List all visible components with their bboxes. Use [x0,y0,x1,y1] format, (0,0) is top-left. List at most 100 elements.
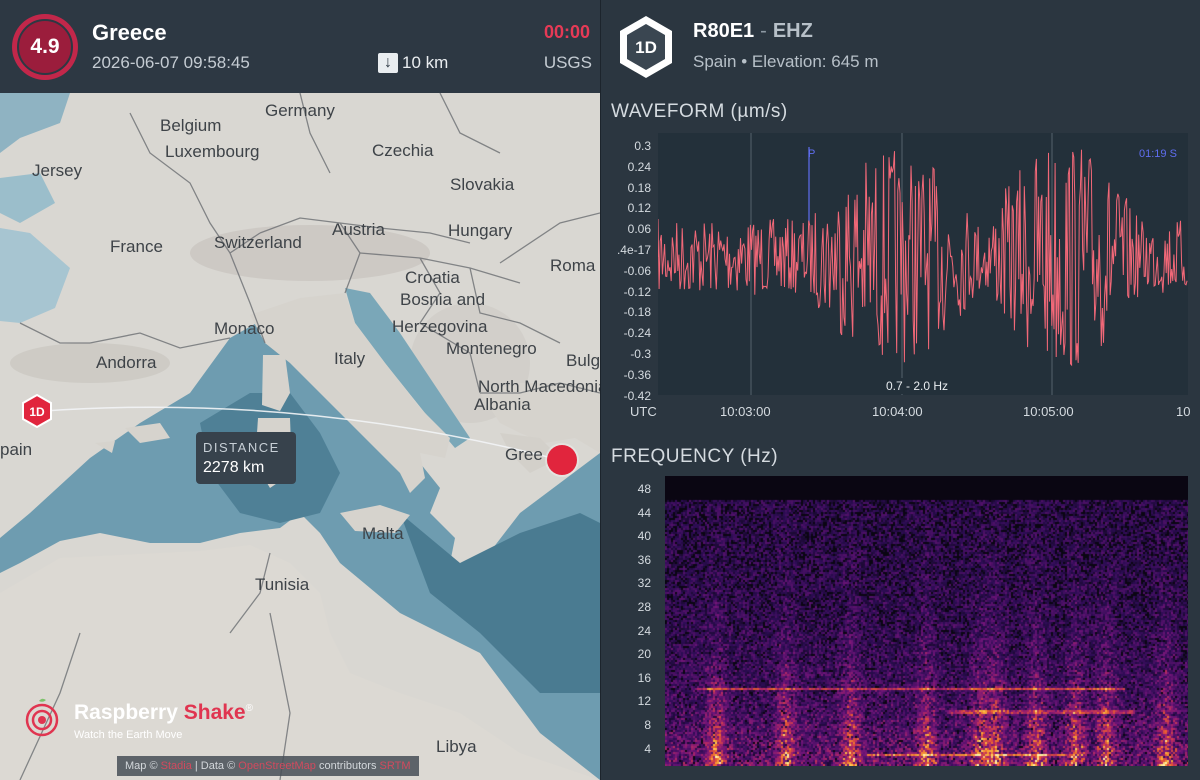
map-view[interactable]: Germany Belgium Luxembourg Czechia Jerse… [0,93,600,780]
waveform-y-tick: -0.18 [623,305,651,320]
map-label-herzegovina: Herzegovina [392,317,488,336]
brand-name-part1: Raspberry [74,701,178,724]
attribution-mid: | Data © [194,760,236,772]
station-map-marker[interactable]: 1D [20,394,54,428]
frequency-y-tick: 4 [644,741,651,756]
map-label-hungary: Hungary [448,221,513,240]
waveform-x-tick: 10:03:00 [720,404,771,419]
map-attribution: Map © Stadia | Data © OpenStreetMap cont… [117,756,419,776]
brand-logo: Raspberry Shake® Watch the Earth Move [22,697,253,742]
map-label-italy: Italy [334,349,366,368]
waveform-title: WAVEFORM (µm/s) [611,101,788,122]
spectrogram-plot[interactable] [665,476,1188,766]
waveform-x-tick: 10:04:00 [872,404,923,419]
frequency-y-tick: 44 [637,505,651,520]
map-label-bulgaria: Bulg [566,351,600,370]
waveform-y-tick: -0.36 [623,367,651,382]
raspberry-shake-logo-icon [25,698,59,737]
waveform-x-tick: 10 [1176,404,1191,419]
station-title: R80E1- EHZ [693,20,813,43]
frequency-y-tick: 48 [637,482,651,496]
arrow-down-icon: ↓ [378,53,398,73]
map-label-france: France [110,237,163,256]
station-panel: 1D R80E1- EHZ Spain • Elevation: 645 m WA… [601,0,1200,780]
map-label-bosnia: Bosnia and [400,290,486,309]
frequency-y-tick: 36 [637,552,651,567]
waveform-y-tick: 0.18 [627,180,651,195]
brand-reg: ® [245,703,253,714]
waveform-y-tick: .4e-17 [616,243,651,257]
waveform-x-tick: UTC [630,404,657,419]
map-label-greece: Gree [505,445,543,464]
map-label-monaco: Monaco [214,319,275,338]
waveform-y-tick: 0.12 [627,201,651,216]
p-arrival-label: P [808,148,816,160]
epicenter-marker[interactable] [547,445,577,475]
waveform-y-tick: 0.24 [627,159,651,174]
distance-value: 2278 km [203,459,265,476]
event-region: Greece [92,20,167,45]
event-header: 4.9 Greece 2026-06-07 09:58:45 ↓ 10 km 0… [0,0,600,93]
map-label-belgium: Belgium [160,116,222,135]
map-label-austria: Austria [332,220,385,239]
waveform-y-tick: -0.12 [623,284,651,299]
station-channel: EHZ [772,20,813,42]
map-label-montenegro: Montenegro [446,339,537,358]
frequency-y-tick: 32 [637,576,651,591]
station-marker-label: 1D [29,405,45,419]
waveform-y-tick: -0.24 [623,326,651,341]
magnitude-badge: 4.9 [17,19,73,75]
station-code: R80E1 [693,20,755,42]
station-badge-label: 1D [635,38,657,57]
brand-name-part2: Shake [183,701,246,724]
waveform-y-tick: -0.3 [630,347,651,361]
map-basemap [0,93,600,780]
map-label-spain: pain [0,440,33,459]
brand-name: Raspberry Shake® [74,701,253,725]
map-label-croatia: Croatia [405,268,460,287]
waveform-y-tick: 0.06 [627,222,651,237]
s-arrival-label: 01:19 S [1139,148,1177,160]
map-label-luxembourg: Luxembourg [165,142,260,161]
station-location: Spain • Elevation: 645 m [693,52,879,71]
depth-value: 10 km [402,53,449,72]
brand-tagline: Watch the Earth Move [74,729,183,741]
map-label-jersey: Jersey [32,161,83,180]
map-label-albania: Albania [474,395,531,414]
station-separator: - [760,20,767,42]
event-depth: ↓ 10 km [378,53,448,73]
frequency-y-tick: 12 [637,694,651,709]
map-label-czechia: Czechia [372,141,434,160]
map-label-malta: Malta [362,524,404,543]
map-label-romania: Roma [550,256,596,275]
event-agency: USGS [543,53,592,72]
filter-label: 0.7 - 2.0 Hz [882,378,953,394]
attribution-link-stadia[interactable]: Stadia [161,760,192,772]
attribution-link-osm[interactable]: OpenStreetMap [238,760,316,772]
map-label-switzerland: Switzerland [214,233,302,252]
frequency-y-tick: 8 [644,718,651,732]
station-badge: 1D [620,16,672,78]
event-datetime: 2026-06-07 09:58:45 [92,53,250,72]
waveform-y-tick: -0.06 [623,263,651,278]
map-label-north-macedonia: North Macedonia [478,377,600,396]
waveform-x-tick: 10:05:00 [1023,404,1074,419]
frequency-y-tick: 20 [637,647,651,662]
frequency-y-tick: 24 [637,623,651,638]
waveform-trace [658,149,1188,367]
attribution-prefix: Map © [125,760,158,772]
frequency-y-tick: 28 [637,600,651,614]
distance-box: DISTANCE 2278 km [196,432,296,484]
event-panel: 4.9 Greece 2026-06-07 09:58:45 ↓ 10 km 0… [0,0,600,780]
map-label-germany: Germany [265,101,335,120]
elapsed-timer: 00:00 [543,22,590,42]
frequency-title: FREQUENCY (Hz) [611,446,779,467]
attribution-link-srtm[interactable]: SRTM [380,760,411,772]
waveform-plot[interactable] [658,133,1188,395]
map-label-tunisia: Tunisia [255,575,310,594]
frequency-y-tick: 40 [637,529,651,544]
frequency-y-tick: 16 [637,670,651,685]
distance-label: DISTANCE [203,440,280,455]
waveform-y-tick: -0.42 [623,388,651,403]
waveform-y-tick: 0.3 [634,139,651,153]
